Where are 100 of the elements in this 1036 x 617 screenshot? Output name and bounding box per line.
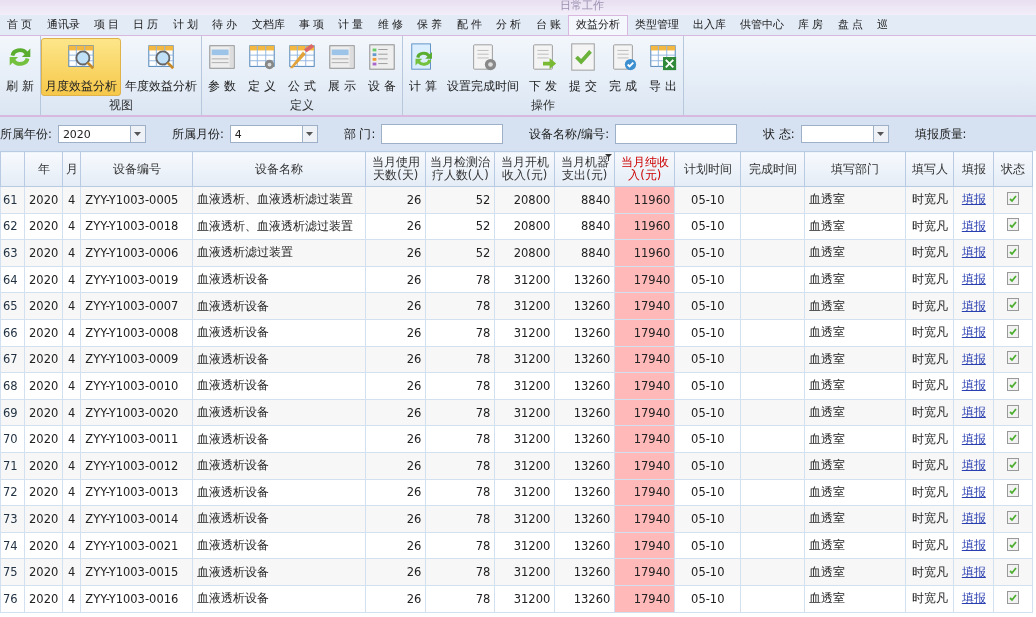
table-cell: 26 (406, 378, 422, 393)
table-cell: 4 (68, 299, 76, 314)
menu-tab[interactable]: 分 析 (489, 15, 529, 35)
table-cell: 13260 (573, 591, 611, 606)
status-check-icon (1007, 298, 1020, 312)
ribbon-button[interactable]: 设 备 (362, 38, 402, 96)
list-panel-icon (206, 42, 238, 72)
table-cell: 2020 (29, 511, 59, 526)
status-check-icon (1007, 324, 1020, 338)
table-cell: 血液透析设备 (197, 298, 270, 313)
ribbon-button[interactable]: 完 成 (603, 38, 643, 96)
table-cell: 65 (3, 299, 18, 314)
status-check-icon (1007, 457, 1020, 471)
dropdown-field[interactable]: 2020 (57, 125, 146, 143)
menu-tab[interactable]: 配 件 (449, 15, 489, 35)
menu-tab[interactable]: 库 房 (791, 15, 831, 35)
menu-tab[interactable]: 维 修 (370, 15, 410, 35)
table-cell: 52 (475, 219, 491, 234)
ribbon-button[interactable]: 展 示 (322, 38, 362, 96)
table-cell: 26 (406, 591, 422, 606)
table-cell: 血液透析设备 (197, 351, 270, 366)
table-cell: 26 (406, 405, 422, 420)
menu-tab[interactable]: 类型管理 (628, 15, 686, 35)
table-cell: 2020 (29, 219, 59, 234)
ribbon-button[interactable]: 刷 新 (0, 38, 40, 96)
ribbon-button[interactable]: 提 交 (563, 38, 603, 96)
menu-tab[interactable]: 供管中心 (733, 15, 791, 35)
table-cell: ZYY-Y1003-0005 (85, 192, 179, 207)
table-cell: 26 (406, 458, 422, 473)
input-field[interactable] (615, 124, 738, 144)
menu-tab[interactable]: 台 账 (528, 15, 568, 35)
table-cell: 26 (406, 246, 422, 260)
dropdown-field[interactable]: 4 (229, 125, 318, 143)
ribbon-button[interactable]: 公 式 (282, 38, 322, 96)
table-cell: 05-10 (691, 485, 725, 500)
table-cell: 血透室 (809, 272, 846, 287)
table-cell: 4 (68, 352, 76, 367)
table-cell: 78 (475, 538, 491, 553)
ribbon-button[interactable]: 参 数 (202, 38, 242, 96)
input-field[interactable] (381, 124, 504, 144)
menu-tab[interactable]: 日 历 (126, 15, 166, 35)
menu-tab[interactable]: 效益分析 (568, 15, 628, 35)
table-cell: 31200 (513, 432, 551, 447)
ribbon-button[interactable]: 下 发 (523, 38, 563, 96)
status-check-icon (1007, 431, 1020, 445)
table-cell: 2020 (29, 405, 59, 420)
table-cell: 4 (68, 405, 76, 420)
menu-tab[interactable]: 首 页 (0, 15, 40, 35)
menu-tab[interactable]: 巡 (870, 15, 895, 35)
table-cell: 26 (406, 538, 422, 553)
table-cell: 2020 (29, 485, 59, 500)
ribbon-button[interactable]: 导 出 (643, 38, 683, 96)
table-cell: 血透室 (809, 325, 846, 340)
table-cell: 17940 (633, 538, 671, 553)
ribbon-button[interactable]: 月度效益分析 (41, 38, 121, 96)
table-cell: 26 (406, 352, 422, 367)
status-check-icon (1007, 404, 1020, 418)
dropdown-field[interactable] (800, 125, 889, 143)
filter-label: 设备名称/编号: (529, 126, 610, 142)
table-cell: 05-10 (691, 591, 725, 606)
table-cell: 13260 (573, 352, 611, 367)
table-cell: 血透室 (809, 511, 846, 526)
table-gear-icon (246, 42, 278, 72)
status-check-icon (1007, 537, 1020, 551)
table-cell: 71 (3, 458, 18, 473)
ribbon-button[interactable]: 年度效益分析 (121, 38, 201, 96)
table-cell: 78 (475, 272, 491, 287)
ribbon-button[interactable]: 设置完成时间 (443, 38, 523, 96)
table-cell: 血液透析设备 (197, 564, 270, 579)
table-cell: 时宽凡 (911, 538, 948, 552)
menu-tab[interactable]: 文档库 (244, 15, 292, 35)
menu-tab[interactable]: 计 量 (331, 15, 371, 35)
menu-tab[interactable]: 盘 点 (830, 15, 870, 35)
table-cell: 70 (3, 432, 18, 447)
menu-tab[interactable]: 通讯录 (39, 15, 87, 35)
caret-icon (877, 132, 885, 136)
menu-tab[interactable]: 保 养 (410, 15, 450, 35)
table-cell: 血透室 (809, 351, 846, 366)
table-cell: 4 (68, 219, 76, 234)
table-cell: 05-10 (691, 325, 725, 340)
table-cell: 31200 (513, 538, 551, 553)
menu-tab[interactable]: 项 目 (86, 15, 126, 35)
table-cell: 26 (406, 565, 422, 580)
table-cell: ZYY-Y1003-0013 (85, 485, 179, 500)
menu-tab[interactable]: 计 划 (165, 15, 205, 35)
table-cell: 26 (406, 192, 422, 207)
table-cell: 8840 (581, 246, 611, 260)
list-panel-icon (326, 42, 358, 72)
menu-tab[interactable]: 出入库 (686, 15, 733, 35)
table-cell: 17940 (633, 352, 671, 367)
table-cell: 13260 (573, 405, 611, 420)
ribbon-button[interactable]: 计 算 (403, 38, 443, 96)
table-cell: 26 (406, 485, 422, 500)
table-cell: 时宽凡 (911, 458, 948, 473)
table-cell: 血透室 (809, 245, 846, 260)
ribbon-button[interactable]: 定 义 (242, 38, 282, 96)
table-cell: 血液透析设备 (197, 511, 270, 526)
menu-tab[interactable]: 待 办 (205, 15, 245, 35)
menu-tab[interactable]: 事 项 (291, 15, 331, 35)
table-cell: 78 (475, 352, 491, 367)
